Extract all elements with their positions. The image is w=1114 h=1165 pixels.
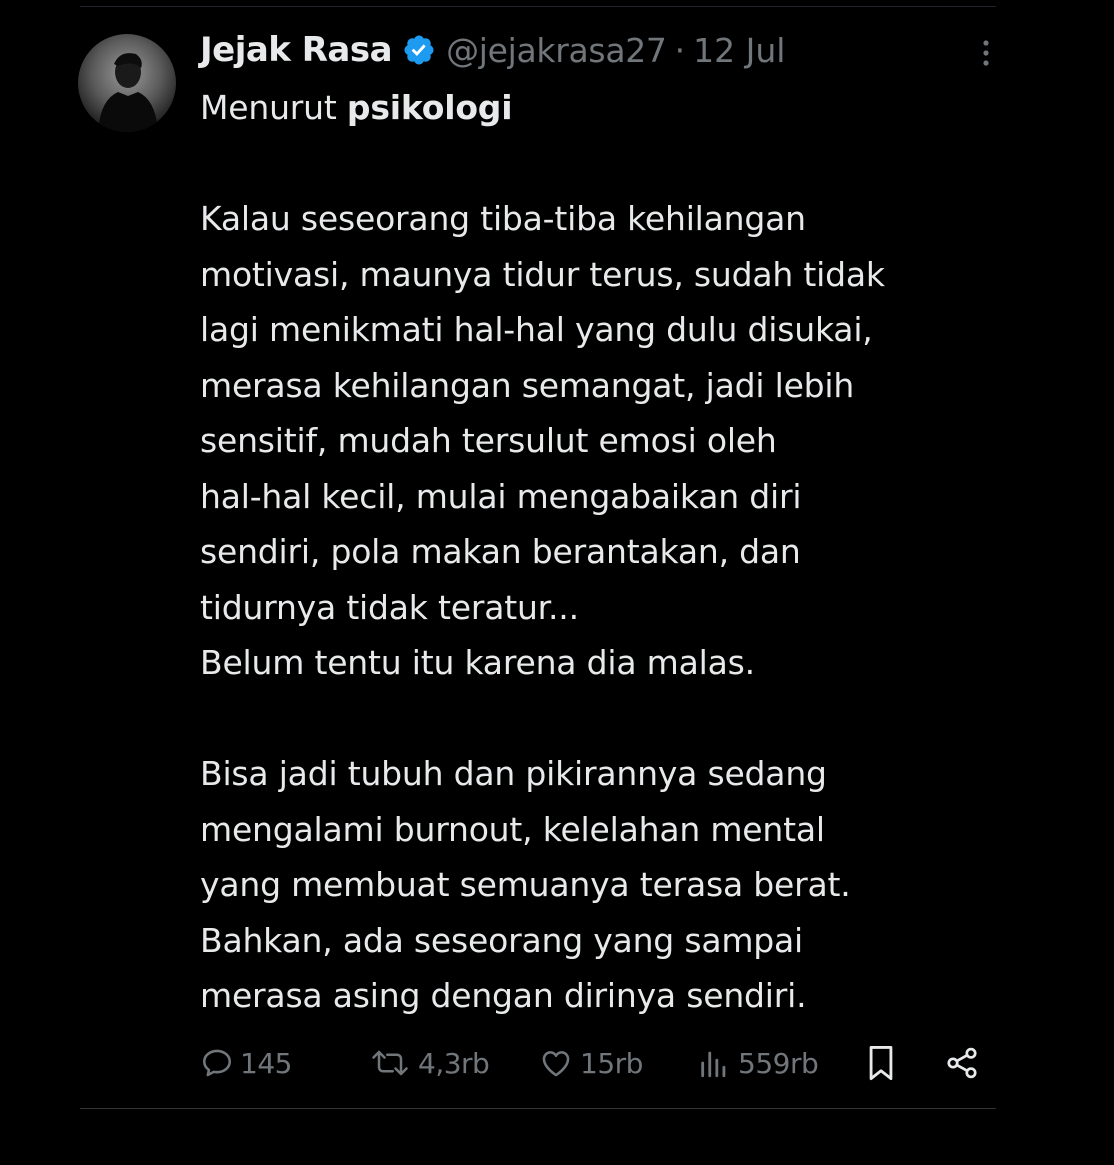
tweet-text-line: merasa kehilangan semangat, jadi lebih [200, 365, 855, 405]
reply-count: 145 [240, 1046, 292, 1080]
reply-button[interactable]: 145 [200, 1038, 292, 1088]
author-display-name[interactable]: Jejak Rasa [200, 30, 393, 70]
top-divider [80, 6, 996, 7]
tweet-text-line: hal-hal kecil, mulai mengabaikan diri [200, 476, 802, 516]
views-chart-icon [701, 1051, 726, 1078]
tweet-text-line: Belum tentu itu karena dia malas. [200, 643, 755, 682]
tweet-text-line-0: Menurut psikologi [200, 80, 1040, 136]
tweet-text-line [200, 691, 1040, 747]
tweet-text-line: motivasi, maunya tidur terus, sudah tida… [200, 254, 885, 294]
share-icon [947, 1047, 977, 1079]
tweet-text-prefix: Menurut [200, 88, 347, 127]
tweet-text-line: Bahkan, ada seseorang yang sampai [200, 920, 804, 960]
heart-icon [542, 1051, 570, 1077]
tweet-date[interactable]: 12 Jul [693, 31, 785, 70]
tweet-text-line: sendiri, pola makan berantakan, dan [200, 532, 801, 571]
tweet-text-line: Kalau seseorang tiba-tiba kehilangan [200, 199, 806, 238]
repost-button[interactable]: 4,3rb [368, 1038, 490, 1088]
tweet-text-line: lagi menikmati hal-hal yang dulu disukai… [200, 310, 873, 349]
tweet-text-line: tidurnya tidak teratur... [200, 587, 579, 627]
tweet-text-line [200, 136, 1040, 192]
verified-badge-icon[interactable] [402, 33, 436, 67]
repost-icon [372, 1050, 408, 1076]
more-options-icon[interactable] [974, 36, 998, 70]
tweet-header: Jejak Rasa @jejakrasa27 · 12 Jul [200, 26, 785, 74]
repost-count: 4,3rb [418, 1046, 490, 1080]
tweet-text-line: merasa asing dengan dirinya sendiri. [200, 976, 807, 1015]
author-handle[interactable]: @jejakrasa27 [446, 31, 667, 70]
tweet-text-line: yang membuat semuanya terasa berat. [200, 865, 851, 904]
reply-icon [202, 1049, 232, 1077]
like-count: 15rb [580, 1046, 643, 1080]
bookmark-button[interactable] [864, 1038, 898, 1088]
share-button[interactable] [944, 1038, 980, 1088]
views-count: 559rb [738, 1046, 819, 1080]
tweet-text-line: Bisa jadi tubuh dan pikirannya sedang [200, 754, 827, 793]
avatar[interactable] [78, 34, 176, 132]
views-button[interactable]: 559rb [696, 1038, 819, 1088]
tweet-text: Menurut psikologi Kalau seseorang tiba-t… [200, 80, 1040, 1024]
tweet-text-line: sensitif, mudah tersulut emosi oleh [200, 421, 777, 460]
header-separator: · [674, 30, 686, 70]
bottom-divider [80, 1108, 996, 1109]
bookmark-icon [869, 1046, 893, 1081]
tweet-actions-bar: 145 4,3rb 15rb 559rb [200, 1038, 990, 1088]
tweet-text-line: mengalami burnout, kelelahan mental [200, 809, 825, 849]
like-button[interactable]: 15rb [538, 1038, 643, 1088]
tweet-text-bold: psikologi [346, 88, 513, 127]
